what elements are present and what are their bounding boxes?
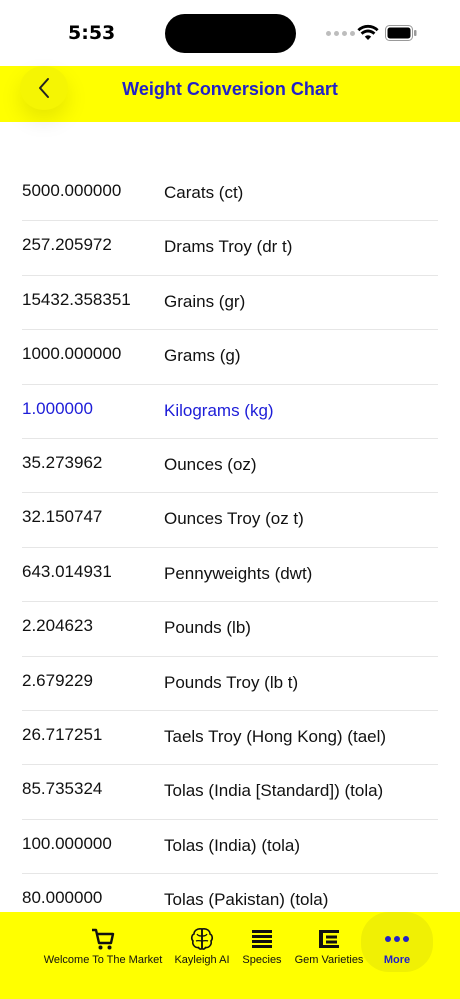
conversion-row[interactable]: 15432.358351 Grains (gr) — [0, 276, 460, 331]
conversion-unit: Taels Troy (Hong Kong) (tael) — [164, 726, 387, 746]
conversion-value: 35.273962 — [22, 452, 103, 472]
conversion-value: 5000.000000 — [22, 181, 122, 200]
conversion-list: 5000.000000 Carats (ct) 257.205972 Drams Tr… — [0, 167, 460, 928]
conversion-row[interactable]: 100.000000 Tolas (India) (tola) — [0, 820, 460, 875]
conversion-row[interactable]: 35.273962 Ounces (oz) — [0, 439, 460, 494]
conversion-row[interactable]: 2.204623 Pounds (lb) — [0, 602, 460, 657]
conversion-unit: Ounces (oz) — [164, 454, 257, 474]
tab-label: Species — [242, 954, 282, 966]
conversion-row[interactable]: 85.735324 Tolas (India [Standard]) (tola) — [0, 765, 460, 821]
conversion-unit: Pounds (lb) — [164, 618, 251, 638]
tab-label: More — [383, 954, 411, 966]
conversion-value: 643.014931 — [22, 561, 112, 581]
wifi-icon — [357, 24, 379, 46]
conversion-unit: Carats (ct) — [164, 183, 244, 202]
conversion-unit: Pennyweights (dwt) — [164, 563, 313, 583]
conversion-unit: Pounds Troy (lb t) — [164, 672, 299, 692]
conversion-value: 100.000000 — [22, 833, 112, 853]
conversion-value: 2.204623 — [22, 616, 93, 636]
conversion-unit: Tolas (India [Standard]) (tola) — [164, 781, 384, 801]
conversion-unit: Kilograms (kg) — [164, 400, 274, 420]
tab-kayleigh-ai[interactable]: Kayleigh AI — [170, 912, 234, 972]
conversion-unit: Tolas (Pakistan) (tola) — [164, 890, 329, 910]
tab-label: Welcome To The Market — [43, 954, 163, 966]
conversion-value: 2.679229 — [22, 670, 93, 690]
tab-bar: Welcome To The Market Kayleigh AI Specie… — [0, 912, 460, 999]
conversion-value: 26.717251 — [22, 724, 103, 744]
conversion-value: 15432.358351 — [22, 289, 131, 309]
cellular-signal-icon — [326, 31, 355, 36]
conversion-unit: Grams (g) — [164, 346, 241, 366]
tab-label: Gem Varieties — [294, 954, 364, 966]
status-time: 5:53 — [68, 22, 116, 44]
conversion-value: 257.205972 — [22, 235, 112, 255]
dynamic-island — [165, 14, 296, 53]
battery-icon — [385, 25, 417, 46]
tab-label: Kayleigh AI — [174, 954, 230, 966]
conversion-row[interactable]: 1.000000 Kilograms (kg) — [0, 385, 460, 440]
conversion-value: 80.000000 — [22, 888, 103, 908]
varieties-icon — [317, 926, 341, 952]
tab-gem-varieties[interactable]: Gem Varieties — [290, 912, 368, 972]
conversion-unit: Ounces Troy (oz t) — [164, 509, 304, 529]
page-title: Weight Conversion Chart — [122, 79, 338, 99]
brain-icon — [189, 926, 215, 952]
conversion-value: 32.150747 — [22, 507, 103, 527]
conversion-value: 85.735324 — [22, 779, 103, 799]
cart-icon — [90, 926, 116, 952]
conversion-value: 1.000000 — [22, 398, 93, 418]
conversion-row[interactable]: 5000.000000 Carats (ct) — [0, 167, 460, 222]
tab-welcome-to-the-market[interactable]: Welcome To The Market — [38, 912, 168, 972]
tab-species[interactable]: Species — [236, 912, 288, 972]
conversion-value: 1000.000000 — [22, 344, 122, 364]
more-dots-icon — [384, 926, 410, 952]
status-bar: 5:53 — [0, 0, 460, 66]
conversion-unit: Drams Troy (dr t) — [164, 237, 293, 257]
conversion-unit: Tolas (India) (tola) — [164, 835, 301, 855]
conversion-row[interactable]: 26.717251 Taels Troy (Hong Kong) (tael) — [0, 711, 460, 766]
conversion-row[interactable]: 1000.000000 Grams (g) — [0, 330, 460, 385]
conversion-row[interactable]: 643.014931 Pennyweights (dwt) — [0, 548, 460, 603]
list-icon — [250, 926, 274, 952]
navigation-header: Weight Conversion Chart — [0, 66, 460, 122]
conversion-row[interactable]: 257.205972 Drams Troy (dr t) — [0, 221, 460, 277]
tab-more[interactable]: More — [361, 912, 433, 972]
conversion-unit: Grains (gr) — [164, 291, 246, 311]
conversion-row[interactable]: 2.679229 Pounds Troy (lb t) — [0, 657, 460, 712]
conversion-row[interactable]: 32.150747 Ounces Troy (oz t) — [0, 493, 460, 549]
